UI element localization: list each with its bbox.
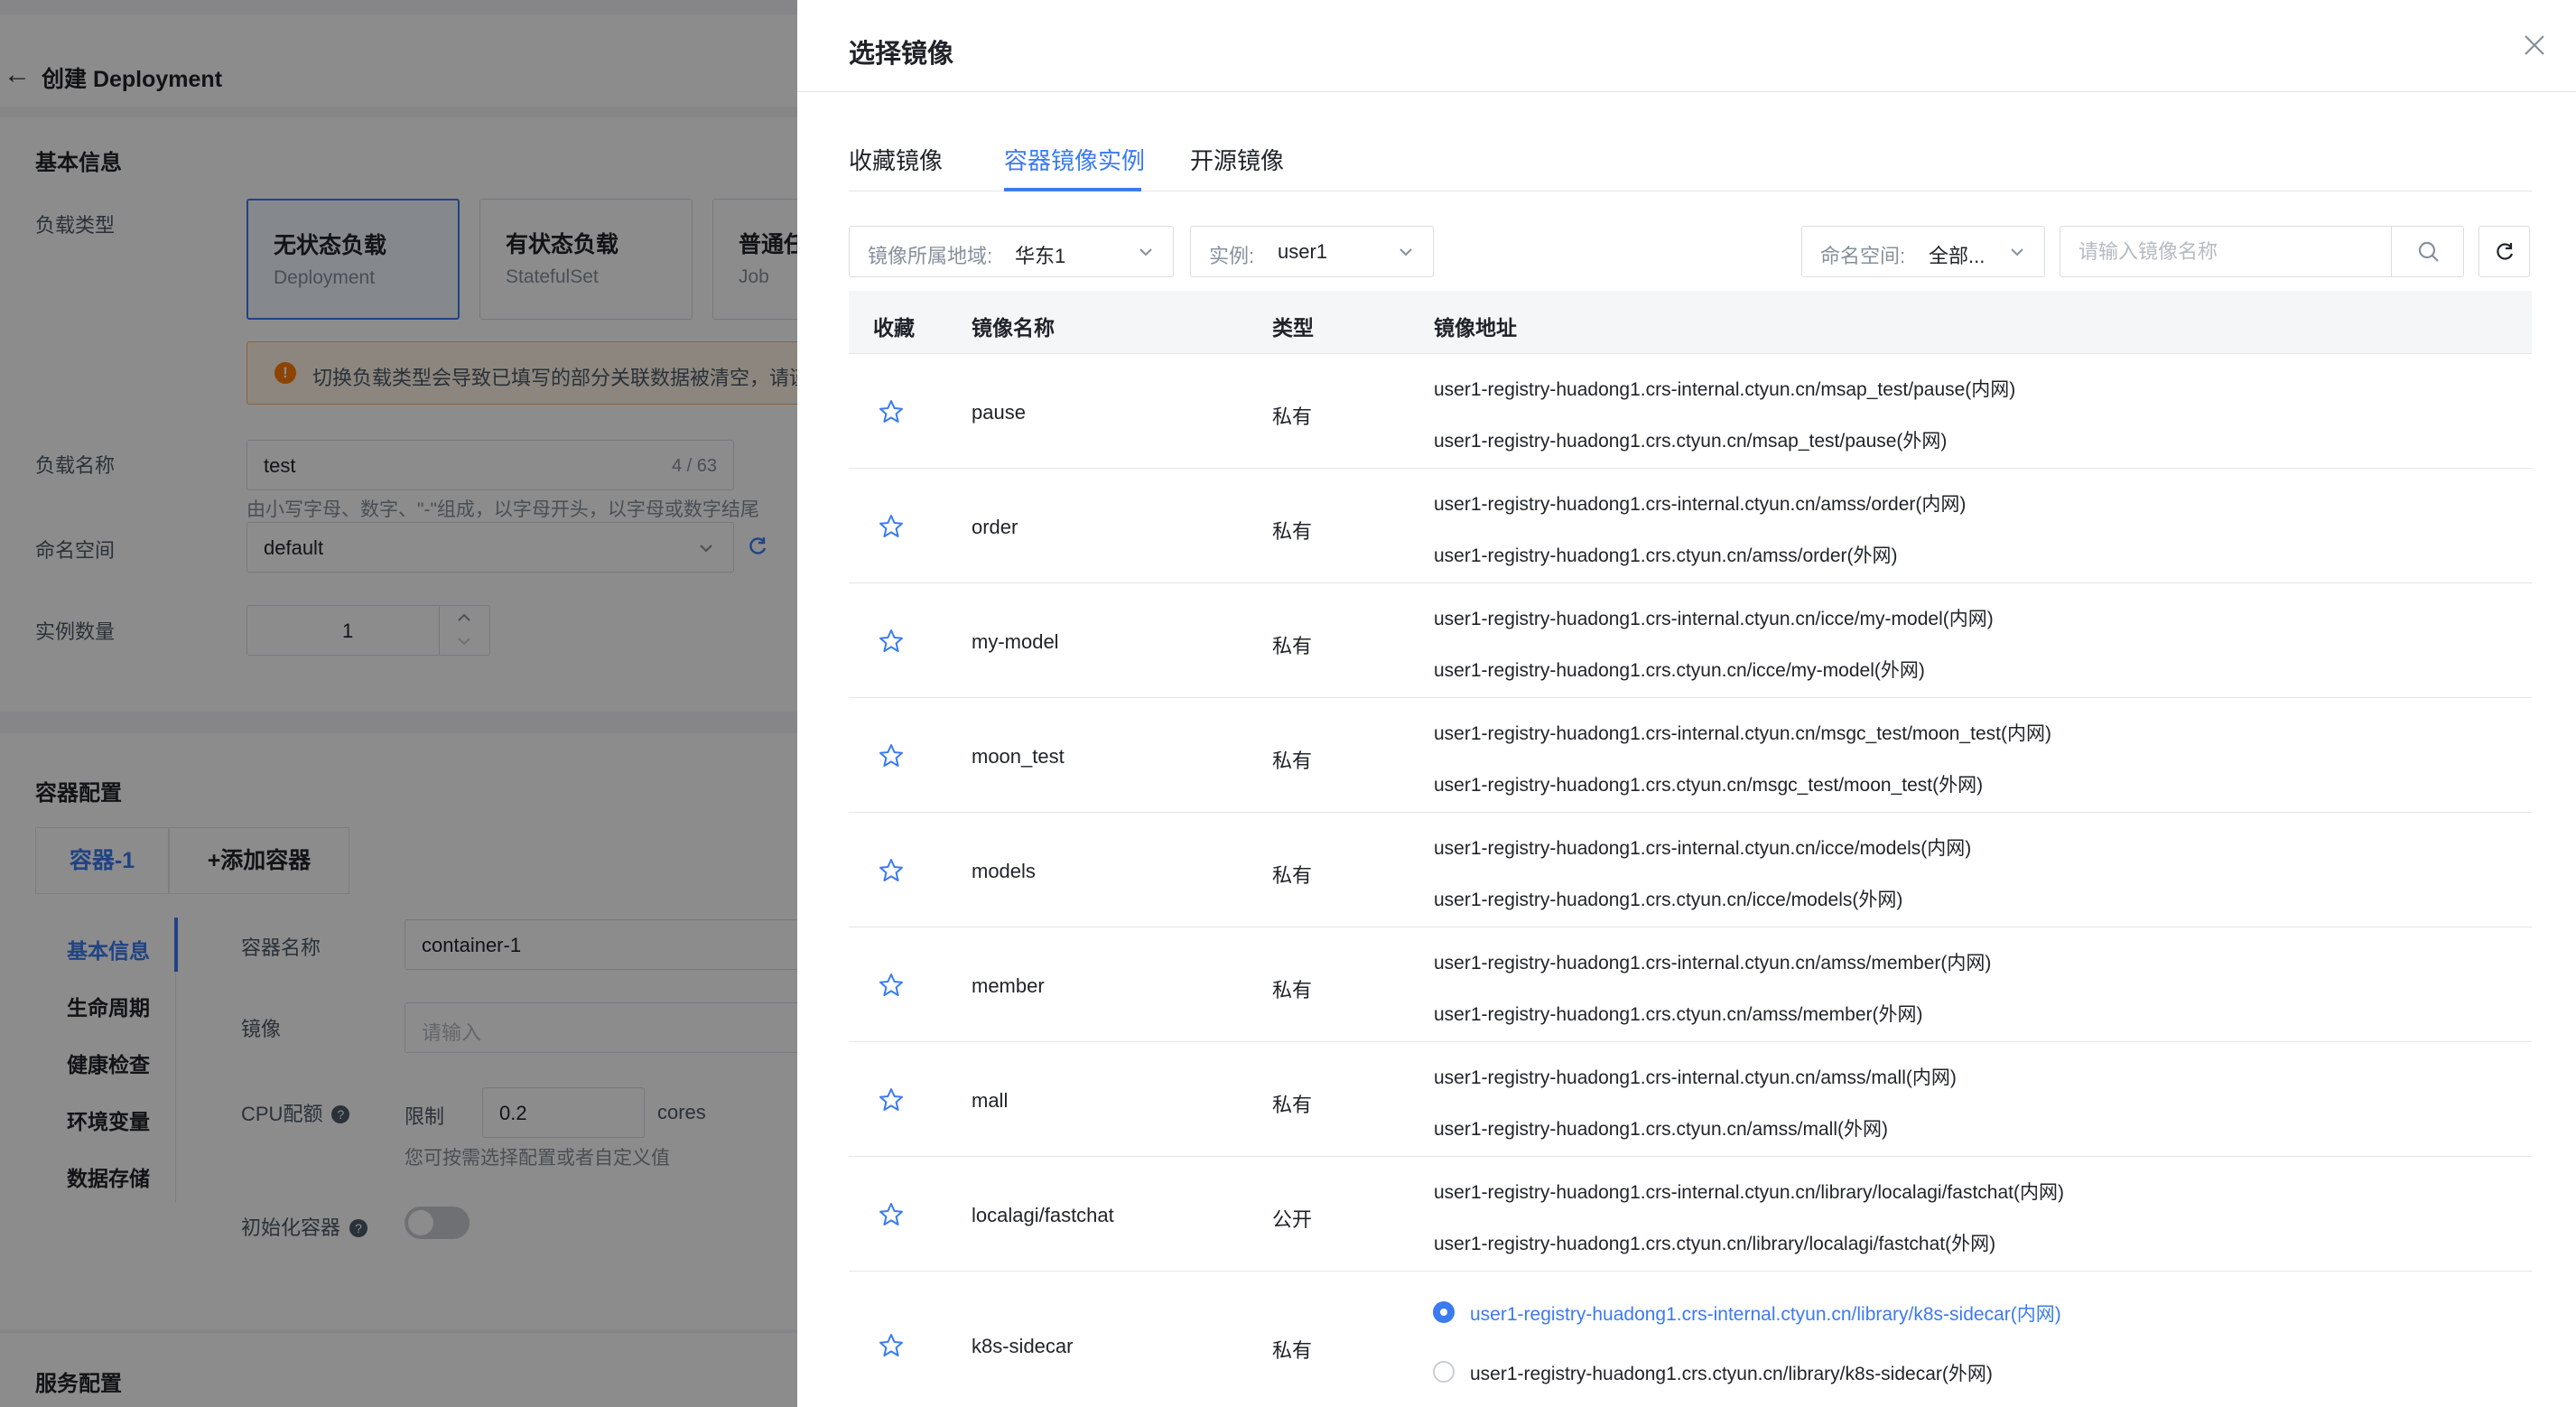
col-image-name: 镜像名称 [972,316,1055,340]
image-address-internal: user1-registry-huadong1.crs-internal.cty… [1434,838,1972,859]
image-type: 私有 [1272,979,1313,1002]
star-icon[interactable] [878,398,905,425]
search-button[interactable] [2391,227,2463,276]
star-icon[interactable] [878,513,905,540]
search-icon [2418,241,2439,262]
image-address-external: user1-registry-huadong1.crs.ctyun.cn/msg… [1434,775,1984,796]
region-select[interactable]: 镜像所属地域: 华东1 [849,226,1174,277]
image-address-internal: user1-registry-huadong1.crs-internal.cty… [1434,609,1994,629]
image-name: my-model [972,630,1059,653]
instance-label: 实例: [1209,245,1255,267]
image-name: pause [972,401,1026,424]
image-search-input[interactable] [2060,227,2393,276]
active-tab-underline [1004,188,1141,191]
instance-select[interactable]: 实例: user1 [1190,226,1434,277]
image-address-external: user1-registry-huadong1.crs.ctyun.cn/icc… [1434,890,1903,910]
image-address-external: user1-registry-huadong1.crs.ctyun.cn/ams… [1434,1004,1923,1025]
select-image-drawer: 选择镜像 收藏镜像 容器镜像实例 开源镜像 镜像所属地域: 华东1 实例: us… [797,0,2576,1407]
col-image-address: 镜像地址 [1434,316,1517,340]
image-name: localagi/fastchat [972,1204,1114,1226]
image-address-internal: user1-registry-huadong1.crs-internal.cty… [1434,379,2016,400]
tab-open-source-images[interactable]: 开源镜像 [1190,143,1284,176]
star-icon[interactable] [878,1201,905,1228]
image-address-internal: user1-registry-huadong1.crs-internal.cty… [1434,1182,2064,1203]
table-row[interactable]: order 私有 user1-registry-huadong1.crs-inter… [849,469,2532,583]
star-icon[interactable] [878,857,905,884]
image-address-internal: user1-registry-huadong1.crs-internal.cty… [1434,494,1967,515]
image-name: moon_test [972,745,1065,768]
table-row[interactable]: models 私有 user1-registry-huadong1.crs-inte… [849,813,2532,927]
star-icon[interactable] [878,742,905,769]
refresh-icon [2497,243,2514,260]
table-row[interactable]: moon_test 私有 user1-registry-huadong1.crs-i… [849,698,2532,813]
namespace-filter-label: 命名空间: [1820,245,1906,267]
star-icon[interactable] [878,628,905,655]
table-row[interactable]: k8s-sidecar 私有 user1-registry-huadong1.crs… [849,1272,2532,1407]
image-source-tabs: 收藏镜像 容器镜像实例 开源镜像 [849,135,2532,191]
drawer-header: 选择镜像 [797,0,2576,92]
col-favorite: 收藏 [873,316,915,340]
image-type: 公开 [1272,1208,1313,1231]
table-row[interactable]: pause 私有 user1-registry-huadong1.crs-inter… [849,354,2532,469]
star-icon[interactable] [878,1332,905,1359]
image-address-external: user1-registry-huadong1.crs.ctyun.cn/msa… [1434,431,1948,452]
tab-favorite-images[interactable]: 收藏镜像 [849,143,943,176]
tab-container-image-instances[interactable]: 容器镜像实例 [1004,143,1145,176]
table-row[interactable]: mall 私有 user1-registry-huadong1.crs-intern… [849,1042,2532,1157]
drawer-title: 选择镜像 [849,40,954,69]
instance-value: user1 [1278,240,1328,263]
image-address-external: user1-registry-huadong1.crs.ctyun.cn/icc… [1434,660,1925,681]
star-icon[interactable] [878,972,905,999]
image-type: 私有 [1272,864,1313,887]
address-radio-external[interactable] [1433,1361,1455,1383]
col-type: 类型 [1272,316,1314,340]
namespace-filter-value: 全部... [1929,245,1985,267]
image-name: order [972,516,1018,538]
image-type: 私有 [1272,405,1313,428]
star-icon[interactable] [878,1086,905,1113]
chevron-down-icon [1400,248,1412,256]
image-type: 私有 [1272,635,1313,657]
image-name: member [972,974,1045,997]
image-address-external: user1-registry-huadong1.crs.ctyun.cn/ams… [1434,545,1898,566]
close-icon[interactable] [2516,27,2553,63]
image-name: k8s-sidecar [972,1335,1074,1357]
image-type: 私有 [1272,1094,1313,1116]
image-address-internal: user1-registry-huadong1.crs-internal.cty… [1434,1067,1957,1088]
address-radio-internal[interactable] [1433,1301,1455,1323]
region-label: 镜像所属地域: [868,245,993,267]
table-row[interactable]: localagi/fastchat 公开 user1-registry-huadon… [849,1157,2532,1272]
image-address-external[interactable]: user1-registry-huadong1.crs.ctyun.cn/lib… [1470,1359,1993,1386]
region-value: 华东1 [1015,245,1066,267]
refresh-button[interactable] [2478,226,2530,277]
table-row[interactable]: my-model 私有 user1-registry-huadong1.crs-in… [849,583,2532,698]
image-type: 私有 [1272,1339,1313,1362]
table-row[interactable]: member 私有 user1-registry-huadong1.crs-inte… [849,927,2532,1042]
chevron-down-icon [1139,248,1152,256]
image-address-internal[interactable]: user1-registry-huadong1.crs-internal.cty… [1470,1300,2061,1327]
namespace-filter-select[interactable]: 命名空间: 全部... [1801,226,2045,277]
image-address-external: user1-registry-huadong1.crs.ctyun.cn/lib… [1434,1234,1996,1254]
image-type: 私有 [1272,750,1313,772]
image-address-external: user1-registry-huadong1.crs.ctyun.cn/ams… [1434,1119,1888,1140]
chevron-down-icon [2011,248,2023,256]
image-address-internal: user1-registry-huadong1.crs-internal.cty… [1434,953,1992,974]
image-name: models [972,860,1036,882]
image-address-internal: user1-registry-huadong1.crs-internal.cty… [1434,723,2051,744]
image-search [2060,226,2464,277]
image-name: mall [972,1089,1009,1112]
image-type: 私有 [1272,520,1313,543]
image-table-header: 收藏 镜像名称 类型 镜像地址 [849,291,2532,354]
